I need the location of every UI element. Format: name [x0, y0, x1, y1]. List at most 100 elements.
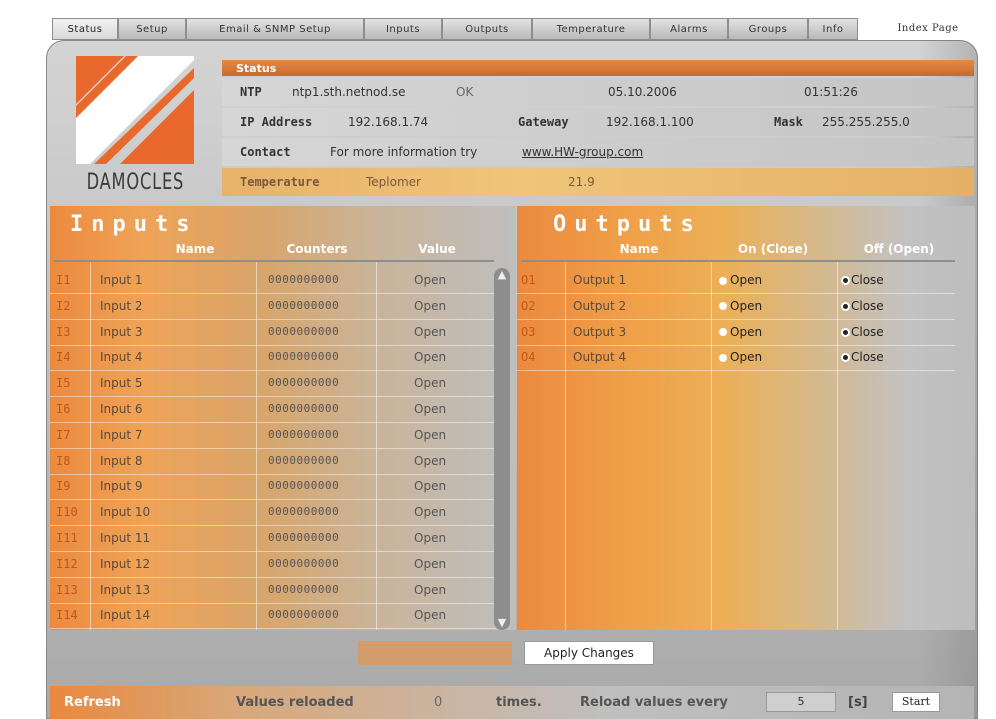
- input-id: I13: [56, 582, 78, 597]
- outputs-panel: Outputs Name On (Close) Off (Open) O1 Out…: [517, 206, 975, 630]
- output-off-option[interactable]: Close: [843, 350, 884, 364]
- tab-temperature[interactable]: Temperature: [532, 18, 650, 40]
- input-counter: 0000000000: [268, 479, 340, 493]
- output-on-label: Open: [730, 273, 763, 287]
- radio-off-icon[interactable]: [843, 278, 848, 283]
- input-counter: 0000000000: [268, 582, 340, 596]
- input-value: Open: [414, 453, 447, 468]
- tab-inputs[interactable]: Inputs: [364, 18, 442, 40]
- output-on-label: Open: [730, 324, 763, 339]
- tab-setup[interactable]: Setup: [118, 18, 186, 40]
- status-header: Status: [222, 60, 974, 76]
- input-counter: 0000000000: [268, 376, 340, 390]
- input-id: I5: [56, 376, 71, 391]
- output-name: Output 1: [573, 273, 627, 287]
- radio-on-icon[interactable]: [719, 353, 727, 362]
- input-counter: 0000000000: [268, 350, 340, 364]
- scroll-down-icon[interactable]: ▼: [494, 616, 510, 630]
- input-value: Open: [414, 582, 447, 597]
- input-counter: 0000000000: [268, 453, 340, 467]
- output-on-option[interactable]: Open: [719, 325, 762, 339]
- outputs-col-off: Off (Open): [863, 242, 935, 256]
- tab-alarms[interactable]: Alarms: [650, 18, 728, 40]
- radio-on-icon[interactable]: [719, 302, 727, 311]
- outputs-col-on: On (Close): [737, 242, 809, 256]
- input-value: Open: [414, 273, 447, 287]
- input-row: I14 Input 14 0000000000 Open: [50, 603, 496, 630]
- input-id: I3: [56, 324, 71, 339]
- output-on-option[interactable]: Open: [719, 299, 762, 313]
- inputs-col-value: Value: [418, 242, 456, 256]
- scroll-up-icon[interactable]: ▲: [494, 268, 510, 282]
- input-name: Input 2: [100, 298, 143, 313]
- output-id: O3: [521, 324, 536, 339]
- status-date: 05.10.2006: [608, 85, 677, 99]
- inputs-scrollbar[interactable]: ▲ ▼: [494, 268, 510, 630]
- input-name: Input 4: [100, 350, 143, 365]
- output-off-option[interactable]: Close: [843, 325, 884, 339]
- tab-outputs[interactable]: Outputs: [442, 18, 532, 40]
- output-on-option[interactable]: Open: [719, 350, 762, 364]
- input-name: Input 8: [100, 453, 143, 468]
- radio-on-icon[interactable]: [719, 276, 727, 285]
- reloaded-count: 0: [434, 695, 443, 710]
- output-off-option[interactable]: Close: [843, 299, 884, 313]
- output-name: Output 4: [573, 350, 627, 365]
- input-value: Open: [414, 531, 447, 545]
- input-name: Input 11: [100, 531, 151, 545]
- contact-label: Contact: [240, 145, 291, 159]
- input-row: I10 Input 10 0000000000 Open: [50, 500, 496, 527]
- tab-info[interactable]: Info: [808, 18, 858, 40]
- input-id: I9: [56, 479, 71, 494]
- status-row-ntp: NTP ntp1.sth.netnod.se OK 05.10.2006 01:…: [222, 78, 974, 106]
- input-row: I11 Input 11 0000000000 Open: [50, 526, 496, 552]
- tab-status[interactable]: Status: [52, 18, 118, 40]
- output-off-option[interactable]: Close: [843, 273, 884, 287]
- input-row: I4 Input 4 0000000000 Open: [50, 345, 496, 372]
- refresh-bar: Refresh Values reloaded 0 times. Reload …: [50, 686, 974, 719]
- start-button[interactable]: Start: [892, 692, 940, 712]
- input-name: Input 10: [100, 505, 151, 520]
- radio-off-icon[interactable]: [843, 329, 848, 335]
- radio-on-icon[interactable]: [719, 328, 727, 337]
- contact-link[interactable]: www.HW-group.com: [522, 145, 643, 159]
- output-row: O4 Output 4 Open Close: [517, 345, 955, 372]
- input-value: Open: [414, 608, 447, 623]
- radio-off-icon[interactable]: [843, 355, 848, 361]
- output-on-option[interactable]: Open: [719, 273, 762, 287]
- refresh-label: Refresh: [64, 695, 121, 710]
- input-name: Input 5: [100, 376, 143, 391]
- input-name: Input 7: [100, 427, 143, 442]
- radio-off-icon[interactable]: [843, 303, 848, 309]
- input-row: I1 Input 1 0000000000 Open: [50, 268, 496, 294]
- input-row: I12 Input 12 0000000000 Open: [50, 552, 496, 578]
- input-id: I12: [56, 556, 78, 571]
- status-time: 01:51:26: [804, 85, 858, 99]
- input-name: Input 14: [100, 608, 151, 623]
- input-row: I6 Input 6 0000000000 Open: [50, 397, 496, 423]
- input-name: Input 1: [100, 273, 143, 287]
- inputs-panel: Inputs Name Counters Value I1 Input 1 0000…: [50, 206, 516, 630]
- output-id: O1: [521, 273, 536, 287]
- tab-email-snmp-setup[interactable]: Email & SNMP Setup: [186, 18, 364, 40]
- index-page-link[interactable]: Index Page: [882, 18, 974, 40]
- input-counter: 0000000000: [268, 273, 340, 286]
- input-id: I6: [56, 402, 71, 416]
- apply-changes-button[interactable]: Apply Changes: [524, 641, 654, 665]
- input-counter: 0000000000: [268, 505, 340, 519]
- temperature-label: Temperature: [240, 175, 320, 189]
- status-title: Status: [236, 62, 277, 75]
- reload-interval-input[interactable]: 5: [766, 692, 836, 712]
- input-row: I3 Input 3 0000000000 Open: [50, 320, 496, 346]
- gateway-value: 192.168.1.100: [606, 115, 694, 129]
- input-counter: 0000000000: [268, 298, 340, 312]
- reload-every-label: Reload values every: [580, 695, 728, 710]
- tab-groups[interactable]: Groups: [728, 18, 808, 40]
- input-id: I1: [56, 273, 71, 287]
- input-counter: 0000000000: [268, 427, 340, 441]
- input-counter: 0000000000: [268, 608, 340, 622]
- output-off-label: Close: [851, 298, 884, 313]
- contact-text: For more information try: [330, 145, 478, 159]
- logo-text: DAMOCLES: [86, 170, 185, 195]
- inputs-title: Inputs: [70, 212, 198, 237]
